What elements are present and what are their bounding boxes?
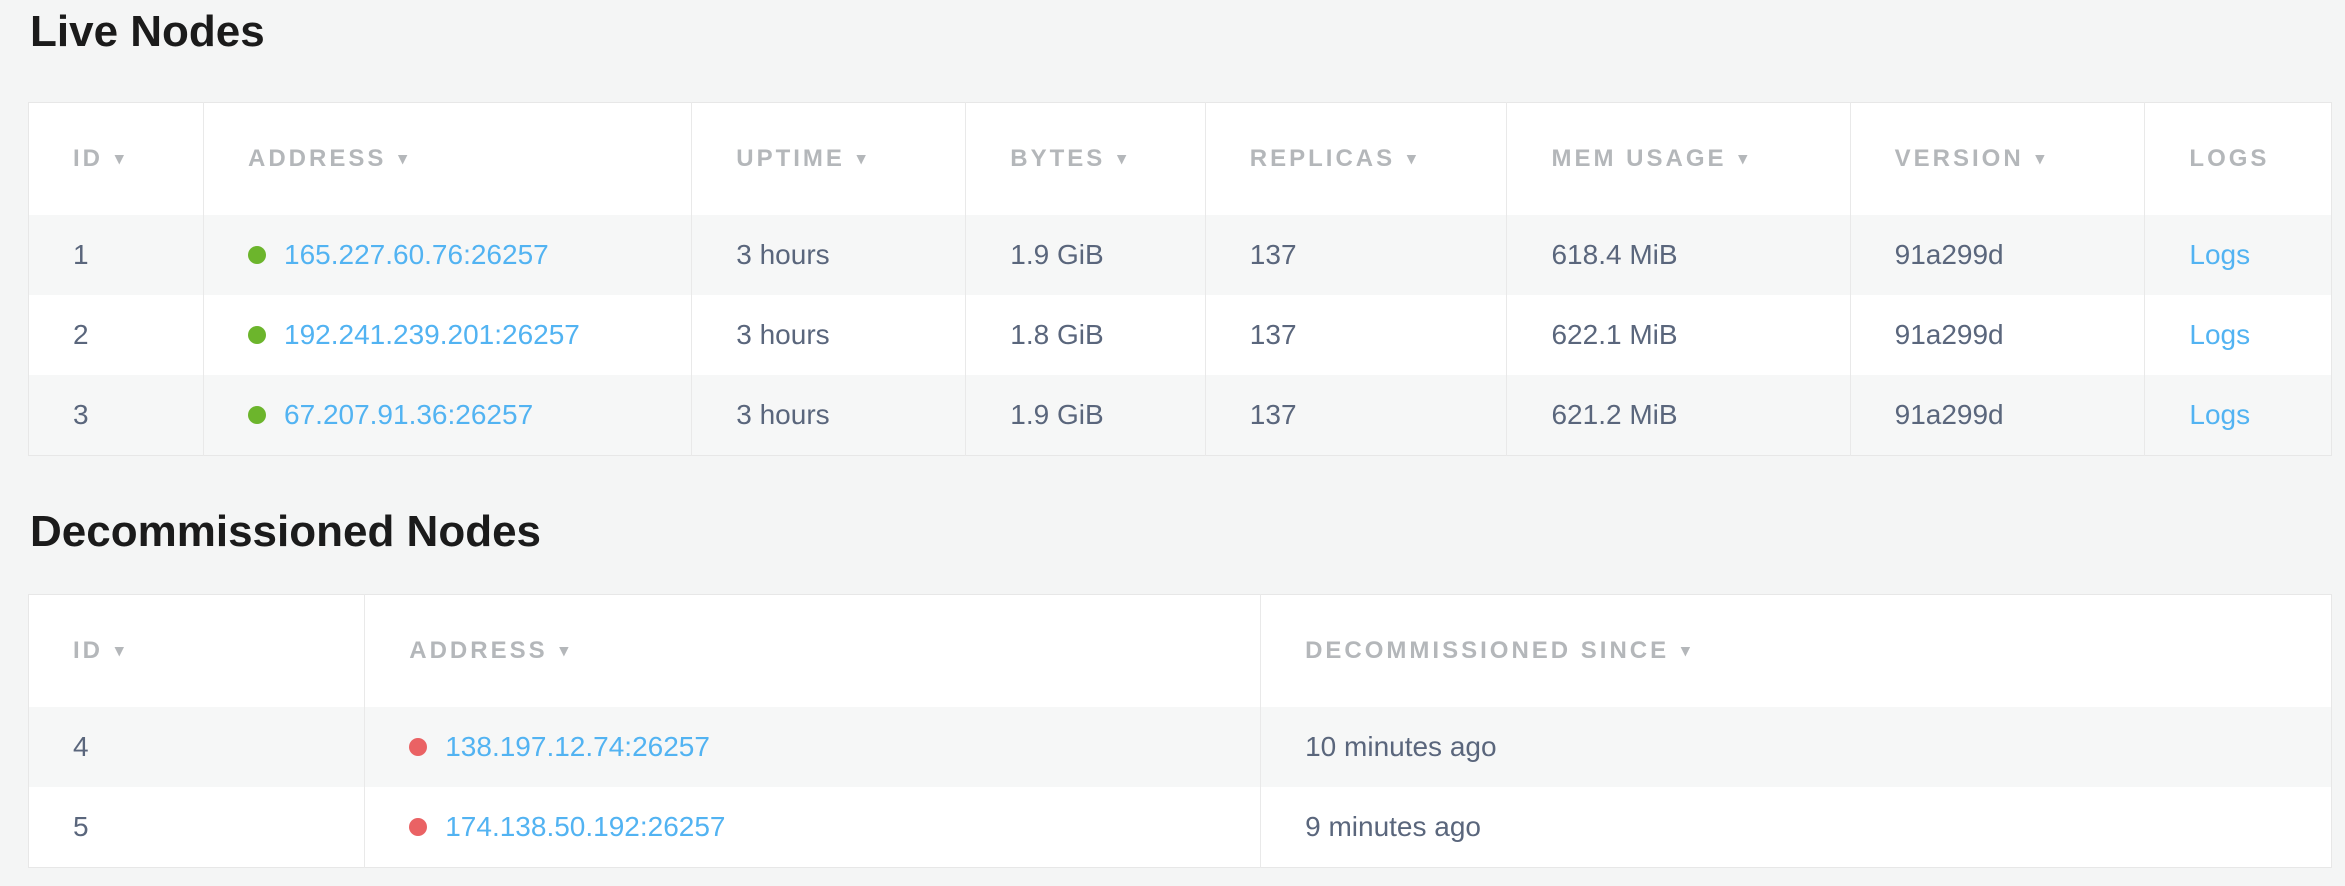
cell-logs: Logs: [2145, 375, 2332, 456]
column-header-replicas[interactable]: REPLICAS ▾: [1205, 103, 1507, 216]
cell-bytes: 1.9 GiB: [966, 215, 1206, 295]
decommissioned-nodes-title: Decommissioned Nodes: [30, 456, 2332, 558]
cell-replicas: 137: [1205, 295, 1507, 375]
sort-arrow-icon: ▾: [857, 149, 869, 168]
column-header-label: REPLICAS: [1250, 145, 1395, 172]
node-status-dot-icon: [248, 406, 266, 424]
cell-bytes: 1.9 GiB: [966, 375, 1206, 456]
cell-id: 3: [29, 375, 204, 456]
column-header-id[interactable]: ID ▾: [29, 103, 204, 216]
column-header-label: BYTES: [1010, 145, 1105, 172]
cell-id: 1: [29, 215, 204, 295]
sort-arrow-icon: ▾: [560, 641, 572, 660]
column-header-label: LOGS: [2189, 145, 2269, 172]
column-header-address[interactable]: ADDRESS ▾: [204, 103, 692, 216]
cell-mem-usage: 622.1 MiB: [1507, 295, 1850, 375]
cell-decommissioned-since: 10 minutes ago: [1261, 707, 2332, 787]
node-status-dot-icon: [248, 326, 266, 344]
cell-id: 2: [29, 295, 204, 375]
column-header-label: ADDRESS: [409, 637, 547, 664]
cell-id: 5: [29, 787, 365, 868]
cell-address: 138.197.12.74:26257: [365, 707, 1261, 787]
node-status-dot-icon: [409, 738, 427, 756]
cell-bytes: 1.8 GiB: [966, 295, 1206, 375]
cell-mem-usage: 621.2 MiB: [1507, 375, 1850, 456]
decommissioned-nodes-section: Decommissioned Nodes ID▾ADDRESS▾DECOMMIS…: [28, 456, 2332, 868]
cell-uptime: 3 hours: [692, 215, 966, 295]
column-header-label: UPTIME: [736, 145, 845, 172]
sort-arrow-icon: ▾: [398, 149, 410, 168]
cluster-nodes-page: Live Nodes ID▾ADDRESS▾UPTIME▾BYTES▾REPLI…: [0, 0, 2345, 886]
column-header-label: DECOMMISSIONED SINCE: [1305, 637, 1669, 664]
column-header-uptime[interactable]: UPTIME ▾: [692, 103, 966, 216]
node-address-link[interactable]: 165.227.60.76:26257: [284, 239, 549, 270]
cell-address: 165.227.60.76:26257: [204, 215, 692, 295]
cell-version: 91a299d: [1850, 215, 2145, 295]
cell-logs: Logs: [2145, 215, 2332, 295]
column-header-version[interactable]: VERSION ▾: [1850, 103, 2145, 216]
node-status-dot-icon: [248, 246, 266, 264]
table-row: 1 165.227.60.76:26257 3 hours1.9 GiB137618…: [29, 215, 2332, 295]
live-nodes-table: ID▾ADDRESS▾UPTIME▾BYTES▾REPLICAS▾MEM USA…: [28, 102, 2332, 456]
column-header-label: ADDRESS: [248, 145, 386, 172]
column-header-label: ID: [73, 145, 103, 172]
table-row: 3 67.207.91.36:26257 3 hours1.9 GiB137621.…: [29, 375, 2332, 456]
sort-arrow-icon: ▾: [2036, 149, 2048, 168]
decommissioned-nodes-table: ID ▾ ADDRESS ▾ DECOMMISSIONED SINCE ▾ 4 138.197…: [28, 594, 2332, 868]
cell-replicas: 137: [1205, 375, 1507, 456]
column-header-id[interactable]: ID ▾: [29, 595, 365, 708]
sort-arrow-icon: ▾: [1681, 641, 1693, 660]
sort-arrow-icon: ▾: [1739, 149, 1751, 168]
live-nodes-title: Live Nodes: [30, 0, 2332, 58]
node-logs-link[interactable]: Logs: [2189, 399, 2250, 430]
table-header-row: ID ▾ ADDRESS ▾ DECOMMISSIONED SINCE ▾: [29, 595, 2332, 708]
column-header-logs: LOGS: [2145, 103, 2332, 216]
live-nodes-section: Live Nodes ID▾ADDRESS▾UPTIME▾BYTES▾REPLI…: [28, 0, 2332, 456]
column-header-decommissioned-since[interactable]: DECOMMISSIONED SINCE ▾: [1261, 595, 2332, 708]
node-address-link[interactable]: 138.197.12.74:26257: [445, 731, 710, 762]
table-row: 2 192.241.239.201:26257 3 hours1.8 GiB1376…: [29, 295, 2332, 375]
node-logs-link[interactable]: Logs: [2189, 319, 2250, 350]
node-address-link[interactable]: 192.241.239.201:26257: [284, 319, 580, 350]
sort-arrow-icon: ▾: [1407, 149, 1419, 168]
cell-address: 174.138.50.192:26257: [365, 787, 1261, 868]
column-header-bytes[interactable]: BYTES ▾: [966, 103, 1206, 216]
cell-address: 192.241.239.201:26257: [204, 295, 692, 375]
table-header-row: ID▾ADDRESS▾UPTIME▾BYTES▾REPLICAS▾MEM USA…: [29, 103, 2332, 216]
cell-version: 91a299d: [1850, 295, 2145, 375]
node-logs-link[interactable]: Logs: [2189, 239, 2250, 270]
column-header-label: VERSION: [1895, 145, 2024, 172]
column-header-mem-usage[interactable]: MEM USAGE ▾: [1507, 103, 1850, 216]
column-header-label: ID: [73, 637, 103, 664]
cell-address: 67.207.91.36:26257: [204, 375, 692, 456]
node-address-link[interactable]: 174.138.50.192:26257: [445, 811, 725, 842]
cell-mem-usage: 618.4 MiB: [1507, 215, 1850, 295]
table-row: 4 138.197.12.74:26257 10 minutes ago: [29, 707, 2332, 787]
sort-arrow-icon: ▾: [115, 149, 127, 168]
cell-id: 4: [29, 707, 365, 787]
node-address-link[interactable]: 67.207.91.36:26257: [284, 399, 533, 430]
cell-uptime: 3 hours: [692, 295, 966, 375]
cell-decommissioned-since: 9 minutes ago: [1261, 787, 2332, 868]
node-status-dot-icon: [409, 818, 427, 836]
cell-version: 91a299d: [1850, 375, 2145, 456]
cell-replicas: 137: [1205, 215, 1507, 295]
cell-uptime: 3 hours: [692, 375, 966, 456]
table-row: 5 174.138.50.192:26257 9 minutes ago: [29, 787, 2332, 868]
column-header-label: MEM USAGE: [1551, 145, 1726, 172]
cell-logs: Logs: [2145, 295, 2332, 375]
column-header-address[interactable]: ADDRESS ▾: [365, 595, 1261, 708]
sort-arrow-icon: ▾: [1117, 149, 1129, 168]
sort-arrow-icon: ▾: [115, 641, 127, 660]
